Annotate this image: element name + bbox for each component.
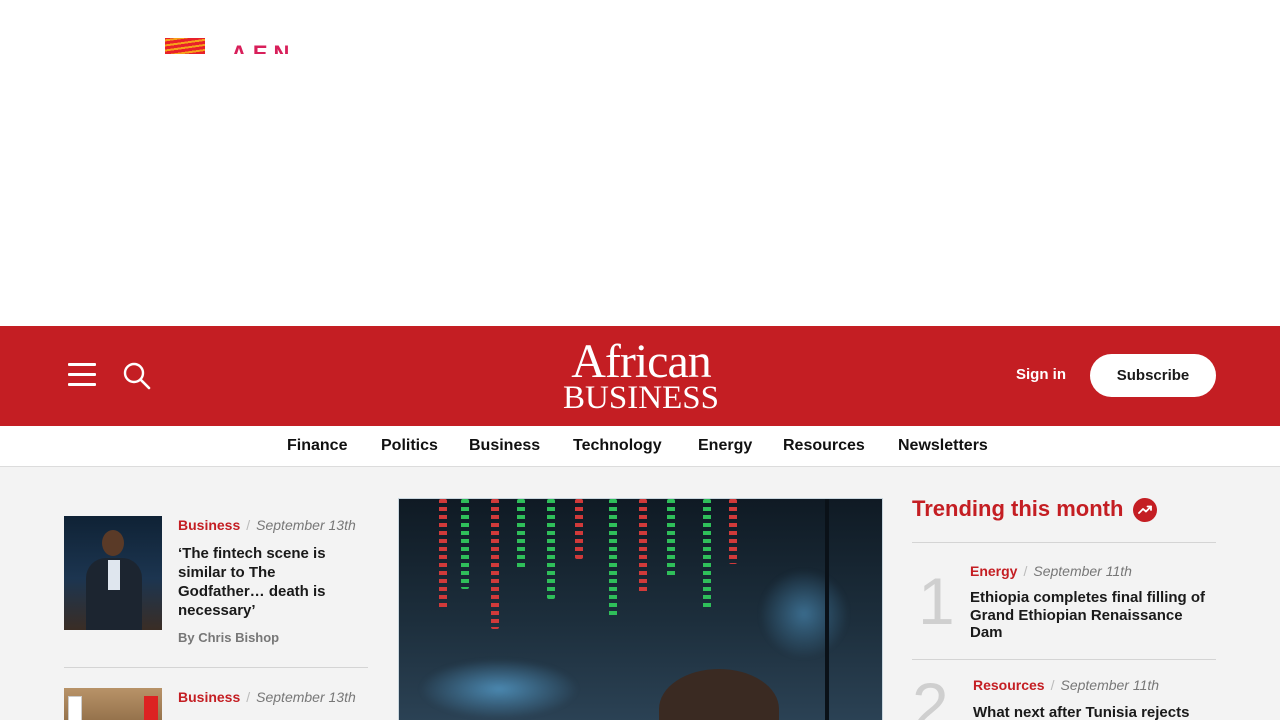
menu-icon[interactable] xyxy=(68,363,96,389)
advert-logo-mark xyxy=(165,38,205,54)
trending-date: September 11th xyxy=(1033,563,1132,579)
advert-logo-text: AEN xyxy=(231,41,296,55)
trending-headline[interactable]: What next after Tunisia rejects xyxy=(973,703,1216,720)
site-logo[interactable]: African BUSINESS xyxy=(556,335,726,416)
article-byline[interactable]: By Chris Bishop xyxy=(178,630,279,645)
meta-separator: / xyxy=(1023,563,1028,579)
article-date: September 13th xyxy=(256,517,356,533)
person-silhouette xyxy=(659,669,779,720)
article-divider xyxy=(64,667,368,668)
search-icon[interactable] xyxy=(122,361,152,391)
flag-shape xyxy=(68,696,82,720)
nav-item-business[interactable]: Business xyxy=(469,437,540,455)
person-head-shape xyxy=(102,530,124,556)
nav-item-technology[interactable]: Technology xyxy=(573,437,662,455)
trending-meta: Resources / September 11th xyxy=(973,677,1159,693)
meta-separator: / xyxy=(246,517,251,533)
trending-title: Trending this month xyxy=(912,496,1124,521)
flag-shape xyxy=(144,696,158,720)
ticker-column xyxy=(729,499,737,564)
article-thumbnail[interactable] xyxy=(64,516,162,630)
meta-separator: / xyxy=(1050,677,1055,693)
article-meta: Business / September 13th xyxy=(178,517,356,533)
article-thumbnail[interactable] xyxy=(64,688,162,720)
trending-headline[interactable]: Ethiopia completes final filling of Gran… xyxy=(970,589,1216,642)
trending-divider xyxy=(912,659,1216,660)
article-date: September 13th xyxy=(256,689,356,705)
category-nav: Finance Politics Business Technology Ene… xyxy=(0,426,1280,467)
person-shirt-shape xyxy=(108,560,120,590)
trending-rank: 1 xyxy=(918,564,955,638)
article-category[interactable]: Business xyxy=(178,689,240,705)
advert-area[interactable]: AEN xyxy=(0,0,1280,326)
logo-line-1: African xyxy=(571,335,712,388)
meta-separator: / xyxy=(246,689,251,705)
subscribe-button[interactable]: Subscribe xyxy=(1090,354,1216,397)
article-category[interactable]: Business xyxy=(178,517,240,533)
ticker-column xyxy=(461,499,469,589)
ticker-column xyxy=(703,499,711,609)
trending-date: September 11th xyxy=(1060,677,1160,693)
trending-meta: Energy / September 11th xyxy=(970,563,1132,579)
screen-glow xyxy=(759,569,849,659)
article-headline[interactable]: ‘The fintech scene is similar to The God… xyxy=(178,544,358,620)
ticker-column xyxy=(575,499,583,559)
trending-category[interactable]: Energy xyxy=(970,563,1017,579)
logo-line-2: BUSINESS xyxy=(563,380,719,416)
article-meta: Business / September 13th xyxy=(178,689,356,705)
masthead: African BUSINESS Sign in Subscribe xyxy=(0,326,1280,426)
sign-in-link[interactable]: Sign in xyxy=(1016,366,1066,383)
nav-item-energy[interactable]: Energy xyxy=(698,437,752,455)
ticker-column xyxy=(517,499,525,569)
screen-glow xyxy=(419,659,579,719)
trending-category[interactable]: Resources xyxy=(973,677,1045,693)
ticker-column xyxy=(491,499,499,629)
ticker-column xyxy=(439,499,447,609)
ticker-column xyxy=(609,499,617,619)
window-frame xyxy=(825,499,829,720)
nav-item-politics[interactable]: Politics xyxy=(381,437,438,455)
nav-item-resources[interactable]: Resources xyxy=(783,437,865,455)
trending-icon xyxy=(1133,498,1157,522)
ticker-column xyxy=(667,499,675,579)
advert-logo[interactable]: AEN xyxy=(165,38,380,54)
featured-article-image[interactable] xyxy=(398,498,883,720)
trending-rank: 2 xyxy=(912,669,949,720)
nav-item-newsletters[interactable]: Newsletters xyxy=(898,437,988,455)
ticker-column xyxy=(547,499,555,599)
ticker-column xyxy=(639,499,647,594)
trending-divider xyxy=(912,542,1216,543)
nav-item-finance[interactable]: Finance xyxy=(287,437,347,455)
